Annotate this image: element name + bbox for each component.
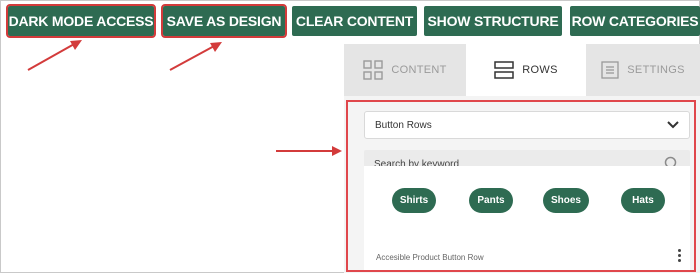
- tab-settings-label: SETTINGS: [627, 64, 685, 76]
- row-categories-button[interactable]: ROW CATEGORIES: [570, 6, 700, 36]
- grid-icon: [363, 60, 384, 80]
- tab-settings[interactable]: SETTINGS: [586, 44, 700, 96]
- highlight-box: [346, 100, 696, 272]
- top-toolbar: DARK MODE ACCESS SAVE AS DESIGN CLEAR CO…: [0, 0, 700, 44]
- save-as-design-button[interactable]: SAVE AS DESIGN: [161, 4, 287, 38]
- settings-icon: [601, 61, 619, 79]
- clear-content-button[interactable]: CLEAR CONTENT: [292, 6, 417, 36]
- tab-rows-label: ROWS: [522, 64, 558, 76]
- tab-content[interactable]: CONTENT: [344, 44, 466, 96]
- dark-mode-access-button[interactable]: DARK MODE ACCESS: [6, 4, 156, 38]
- show-structure-button[interactable]: SHOW STRUCTURE: [424, 6, 562, 36]
- rows-icon: [494, 61, 515, 79]
- panel-tabs: CONTENT ROWS SETTINGS: [344, 44, 700, 96]
- tab-content-label: CONTENT: [391, 64, 447, 76]
- tab-rows[interactable]: ROWS: [466, 44, 586, 96]
